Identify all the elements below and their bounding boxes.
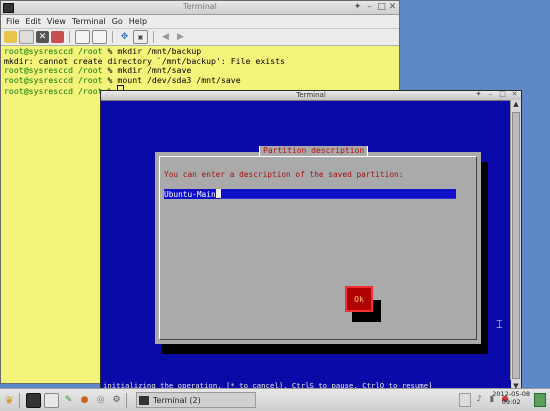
scrollbar-thumb[interactable]	[512, 112, 520, 379]
maximize-button[interactable]: □	[376, 2, 387, 13]
taskbar-divider	[19, 392, 20, 408]
move-icon[interactable]: ✥	[118, 31, 131, 43]
menu-terminal[interactable]: Terminal	[72, 17, 106, 26]
volume-icon[interactable]: ♪	[474, 393, 484, 405]
taskbar: ❦ ✎ ● ◎ ⚙ Terminal (2) ♪ ▮ ● 2012-05-08 …	[0, 388, 550, 411]
taskbar-divider	[126, 392, 127, 408]
start-menu-icon[interactable]: ❦	[3, 394, 16, 407]
browser-icon[interactable]: ●	[78, 394, 91, 407]
pin-icon[interactable]: ✦	[474, 90, 483, 99]
pin-icon[interactable]: ✦	[352, 2, 363, 13]
front-terminal-title: Terminal	[296, 91, 326, 99]
menu-edit[interactable]: Edit	[25, 17, 41, 26]
terminal-line: root@sysresccd /root % mkdir /mnt/backup	[4, 46, 202, 56]
toolbar-divider	[112, 31, 113, 43]
editor-icon[interactable]: ✎	[62, 394, 75, 407]
terminal-line: root@sysresccd /root % mkdir /mnt/save	[4, 65, 192, 76]
terminal-task-icon	[139, 395, 149, 405]
close-window-icon[interactable]	[51, 31, 64, 43]
clock[interactable]: 2012-05-08 09:02	[492, 390, 530, 406]
terminal-launcher-icon[interactable]	[26, 392, 41, 408]
settings-icon[interactable]: ⚙	[110, 394, 123, 407]
close-button[interactable]: ✕	[387, 2, 398, 13]
back-terminal-title: Terminal	[183, 2, 217, 11]
disk-icon[interactable]: ◎	[94, 394, 107, 407]
clock-time: 09:02	[501, 398, 521, 406]
close-tab-icon[interactable]: ✕	[36, 31, 49, 43]
copy-icon[interactable]	[75, 30, 90, 44]
back-arrow-icon[interactable]: ◀	[159, 31, 172, 43]
taskbar-terminal-label: Terminal (2)	[153, 395, 201, 405]
partition-description-dialog: Partition description You can enter a de…	[155, 146, 481, 344]
zoom-icon[interactable]: ▣	[133, 30, 148, 44]
terminal-line: root@sysresccd /root % mount /dev/sda3 /…	[4, 74, 241, 85]
trash-icon[interactable]	[534, 393, 546, 407]
toolbar-divider	[69, 31, 70, 43]
taskbar-terminal-button[interactable]: Terminal (2)	[136, 392, 256, 408]
file-manager-icon[interactable]	[44, 392, 59, 408]
description-input[interactable]: Ubuntu-Main _____________________________…	[164, 189, 456, 199]
paste-icon[interactable]	[92, 30, 107, 44]
scroll-up-icon[interactable]: ▲	[511, 100, 521, 109]
dialog-prompt: You can enter a description of the saved…	[164, 170, 404, 179]
minimize-button[interactable]: –	[364, 2, 375, 13]
forward-arrow-icon[interactable]: ▶	[174, 31, 187, 43]
new-window-icon[interactable]	[19, 30, 34, 44]
back-terminal-titlebar[interactable]: Terminal ✦ – □ ✕	[1, 1, 399, 15]
ok-button[interactable]: Ok	[345, 286, 373, 312]
close-button[interactable]: ✕	[510, 90, 519, 99]
menu-help[interactable]: Help	[129, 17, 147, 26]
terminal-line: mkdir: cannot create directory `/mnt/bac…	[4, 55, 285, 66]
minimize-button[interactable]: –	[486, 90, 495, 99]
new-tab-icon[interactable]	[4, 31, 17, 43]
dialog-title: Partition description	[259, 146, 369, 156]
menu-file[interactable]: File	[6, 17, 19, 26]
mouse-cursor-icon: ⌶	[496, 318, 503, 331]
front-terminal-titlebar[interactable]: Terminal ✦ – □ ✕	[101, 90, 521, 101]
toolbar-divider	[153, 31, 154, 43]
scrollbar[interactable]: ▲ ▼	[510, 100, 521, 391]
clock-date: 2012-05-08	[492, 390, 530, 398]
description-input-value: Ubuntu-Main	[164, 190, 216, 199]
input-fill: ________________________________________…	[220, 190, 456, 199]
maximize-button[interactable]: □	[498, 90, 507, 99]
toolbar: ✕ ✥ ▣ ◀ ▶	[1, 29, 399, 46]
menu-go[interactable]: Go	[112, 17, 123, 26]
network-icon[interactable]	[459, 393, 471, 407]
front-terminal-window[interactable]: Terminal ✦ – □ ✕ ▲ ▼ Partition descripti…	[100, 90, 522, 392]
menu-bar: File Edit View Terminal Go Help	[1, 15, 399, 29]
menu-view[interactable]: View	[47, 17, 66, 26]
dialog-frame	[159, 156, 477, 340]
